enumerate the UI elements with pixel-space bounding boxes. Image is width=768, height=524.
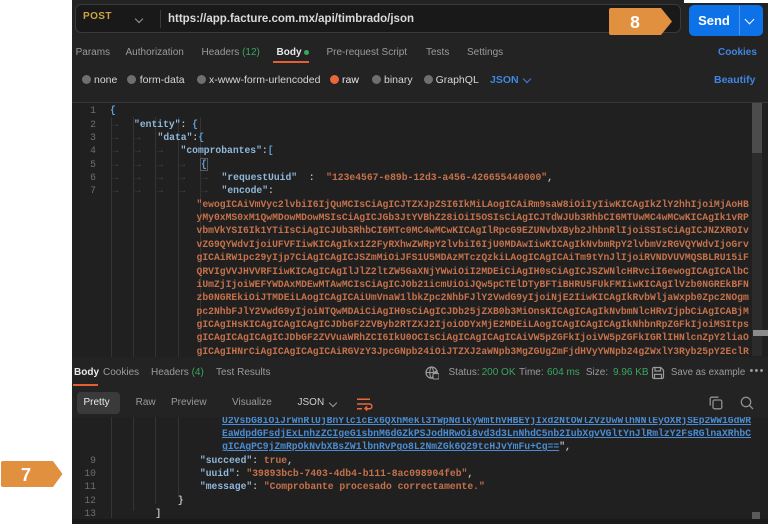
svg-text:7: 7	[21, 465, 31, 485]
svg-text:8: 8	[630, 12, 640, 32]
